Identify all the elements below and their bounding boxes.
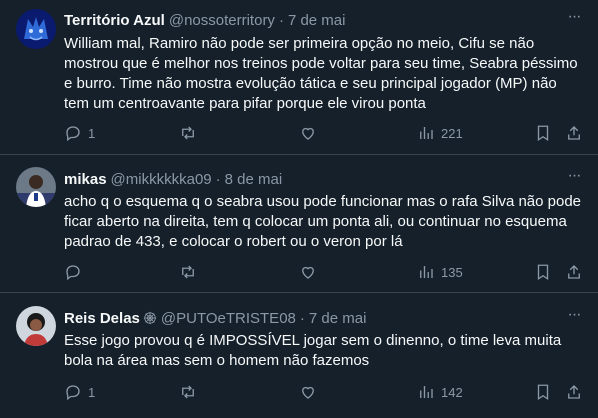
tweet-text: Esse jogo provou q é IMPOSSÍVEL jogar se… (64, 332, 562, 369)
views-icon (420, 386, 433, 398)
retweet-icon (182, 126, 194, 140)
avatar[interactable] (16, 306, 56, 346)
retweet-button[interactable] (179, 262, 197, 282)
bookmark-icon (537, 264, 549, 281)
views-icon (420, 266, 433, 278)
more-options-button[interactable]: ··· (564, 168, 584, 189)
like-button[interactable] (299, 382, 317, 402)
view-count: 135 (441, 264, 463, 280)
author-name[interactable]: mikas (64, 171, 107, 188)
author-handle[interactable]: @mikkkkkka09 (111, 171, 212, 188)
share-button[interactable] (565, 262, 583, 282)
reply-icon (66, 265, 80, 281)
reply-icon (66, 126, 80, 142)
tweet-timestamp[interactable]: 7 de mai (288, 12, 346, 29)
author-name[interactable]: Território Azul (64, 12, 165, 29)
more-options-button[interactable]: ··· (564, 307, 584, 328)
author-name[interactable]: Reis Delas (64, 310, 140, 327)
bookmark-button[interactable] (534, 262, 552, 282)
tweet-text: William mal, Ramiro não pode ser primeir… (64, 35, 578, 112)
views-button[interactable]: 221 (417, 123, 463, 143)
author-handle[interactable]: @PUTOeTRISTE08 (161, 310, 296, 327)
tweet-header: mikas @mikkkkkka09 · 8 de mai (64, 169, 282, 189)
retweet-button[interactable] (179, 123, 197, 143)
tweet-actions: 135 (64, 262, 584, 282)
like-button[interactable] (299, 262, 317, 282)
bookmark-button[interactable] (534, 382, 552, 402)
views-button[interactable]: 142 (417, 382, 463, 402)
retweet-icon (182, 265, 194, 279)
author-handle[interactable]: @nossoterritory (169, 12, 275, 29)
bookmark-icon (537, 384, 549, 401)
tweet[interactable]: Reis Delas @PUTOeTRISTE08 · 7 de mai ···… (0, 293, 598, 418)
reply-button[interactable]: 1 (64, 123, 95, 143)
share-icon (568, 385, 580, 399)
like-button[interactable] (299, 123, 317, 143)
reply-button[interactable] (64, 262, 88, 282)
reply-count: 1 (88, 125, 96, 141)
views-icon (420, 127, 433, 139)
tweet-timestamp[interactable]: 7 de mai (309, 310, 367, 327)
heart-icon (302, 127, 314, 140)
avatar[interactable] (16, 167, 56, 207)
reply-icon (66, 385, 80, 401)
share-icon (568, 126, 580, 140)
share-button[interactable] (565, 123, 583, 143)
tweet[interactable]: mikas @mikkkkkka09 · 8 de mai ··· acho q… (0, 155, 598, 293)
bookmark-icon (537, 125, 549, 142)
separator-dot: · (299, 309, 305, 327)
tweet-actions: 1 142 (64, 382, 584, 402)
tweet-text: acho q o esquema q o seabra usou pode fu… (64, 193, 582, 250)
view-count: 221 (441, 125, 463, 141)
retweet-icon (182, 385, 194, 399)
bookmark-button[interactable] (534, 123, 552, 143)
retweet-button[interactable] (179, 382, 197, 402)
heart-icon (302, 266, 314, 279)
avatar[interactable] (16, 9, 56, 49)
tweet-actions: 1 221 (64, 123, 584, 143)
separator-dot: · (215, 170, 221, 188)
share-icon (568, 265, 580, 279)
reply-button[interactable]: 1 (64, 382, 95, 402)
separator-dot: · (278, 11, 284, 29)
timeline-feed: Território Azul @nossoterritory · 7 de m… (0, 0, 598, 418)
tweet[interactable]: Território Azul @nossoterritory · 7 de m… (0, 0, 598, 155)
heart-icon (302, 386, 314, 399)
views-button[interactable]: 135 (417, 262, 463, 282)
share-button[interactable] (565, 382, 583, 402)
tweet-header: Reis Delas @PUTOeTRISTE08 · 7 de mai (64, 308, 366, 328)
reply-count: 1 (88, 384, 96, 400)
spider-web-icon (143, 311, 157, 325)
more-options-button[interactable]: ··· (564, 9, 584, 30)
tweet-header: Território Azul @nossoterritory · 7 de m… (64, 10, 345, 30)
tweet-timestamp[interactable]: 8 de mai (225, 171, 283, 188)
view-count: 142 (441, 384, 463, 400)
